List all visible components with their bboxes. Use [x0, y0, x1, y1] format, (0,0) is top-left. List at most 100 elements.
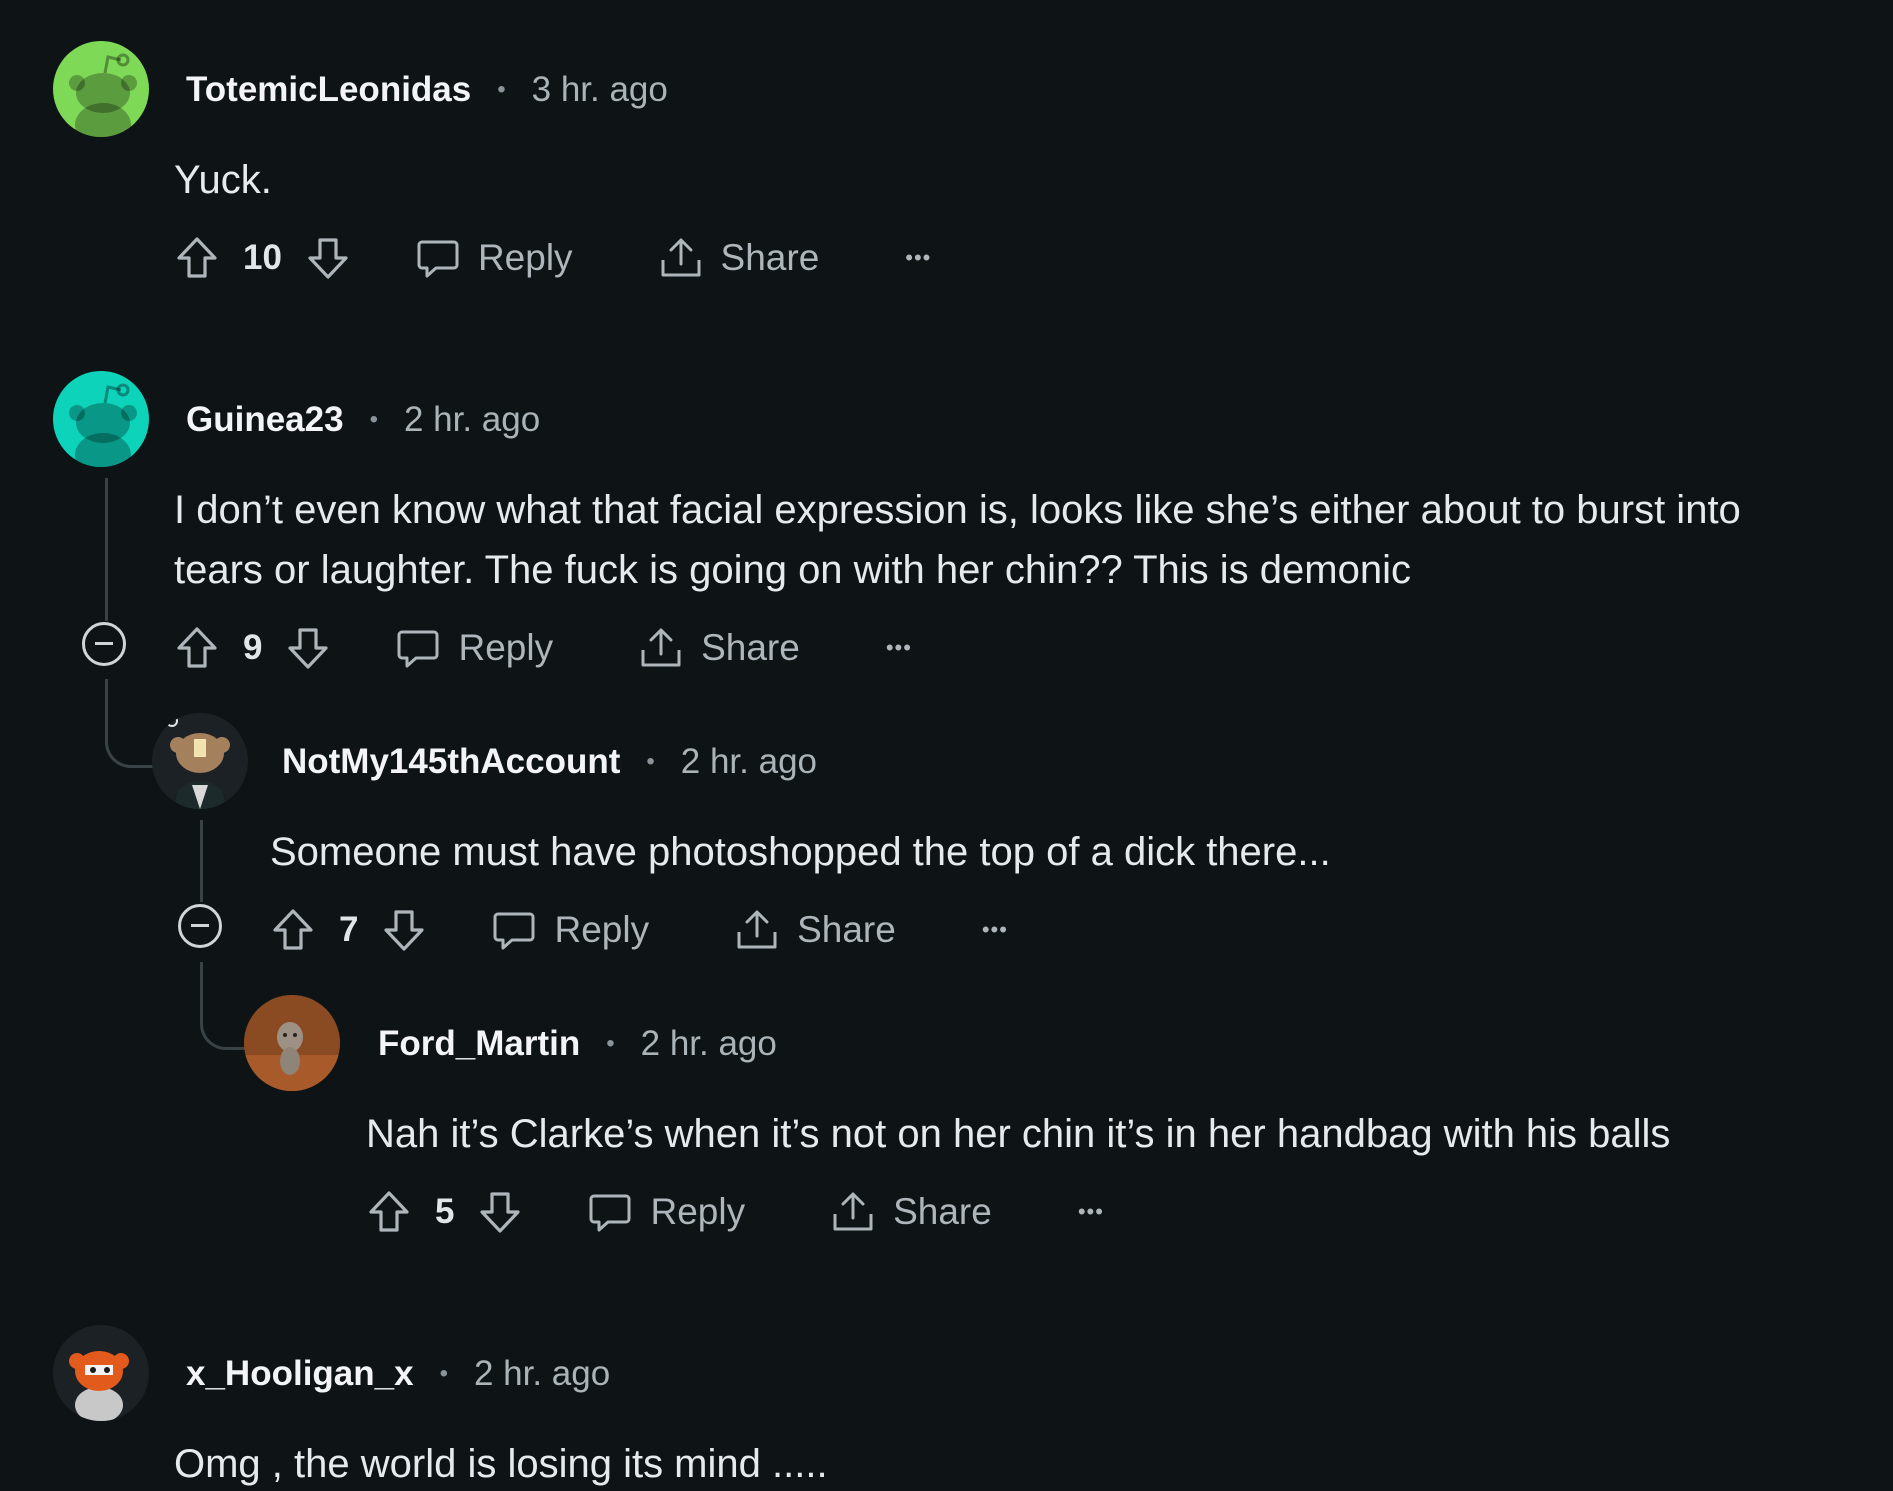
username[interactable]: Guinea23 [186, 400, 344, 440]
more-options-icon: ••• [885, 635, 912, 660]
comment-body: Omg , the world is losing its mind ..... [174, 1434, 828, 1491]
reply-button[interactable]: Reply [586, 1188, 745, 1236]
avatar[interactable] [53, 41, 149, 137]
comment-text-line: tears or laughter. The fuck is going on … [174, 548, 1411, 592]
downvote-icon[interactable] [304, 234, 352, 282]
reply-icon [586, 1188, 634, 1236]
timestamp[interactable]: 3 hr. ago [532, 70, 668, 110]
downvote-icon[interactable] [284, 624, 332, 672]
more-options-button[interactable]: ••• [982, 917, 1008, 943]
reply-button[interactable]: Reply [490, 906, 649, 954]
comment-body: Yuck. [174, 150, 272, 210]
username[interactable]: TotemicLeonidas [186, 70, 471, 110]
comment-body: Nah it’s Clarke’s when it’s not on her c… [366, 1104, 1670, 1164]
thread-line-notmy145thaccount [200, 820, 203, 902]
snoo-avatar-icon [53, 41, 149, 137]
vote-controls: 9 [173, 624, 332, 672]
reply-label: Reply [650, 1191, 746, 1232]
comment-actions: 5 Reply Share ••• [365, 1182, 1104, 1242]
comment-header: TotemicLeonidas • 3 hr. ago [186, 60, 668, 120]
custom-snoo-avatar-icon [166, 715, 230, 809]
collapse-thread-button[interactable] [82, 622, 126, 666]
timestamp[interactable]: 2 hr. ago [474, 1354, 610, 1394]
vote-score: 10 [243, 238, 282, 277]
comment-body: Someone must have photoshopped the top o… [270, 822, 1331, 882]
thread-line-guinea23 [105, 478, 108, 621]
comment-text-line: Someone must have photoshopped the top o… [270, 830, 1331, 874]
reply-label: Reply [477, 237, 573, 278]
separator-dot: • [606, 1030, 615, 1057]
vote-controls: 10 [173, 234, 352, 282]
upvote-icon[interactable] [173, 234, 221, 282]
comment-thread: TotemicLeonidas • 3 hr. ago Yuck. 10 Rep… [0, 0, 1893, 1491]
comment-actions: 9 Reply Share ••• [173, 618, 912, 678]
more-options-button[interactable]: ••• [1078, 1199, 1104, 1225]
comment-header: Ford_Martin • 2 hr. ago [378, 1014, 777, 1074]
comment-text-line: I don’t even know what that facial expre… [174, 488, 1741, 532]
avatar[interactable] [53, 1325, 149, 1421]
downvote-icon[interactable] [476, 1188, 524, 1236]
share-label: Share [797, 909, 896, 950]
vote-score: 7 [339, 910, 359, 949]
share-icon [829, 1188, 877, 1236]
comment-text-line: Omg , the world is losing its mind ..... [174, 1442, 828, 1486]
dog-photo-avatar-icon [244, 995, 340, 1091]
upvote-icon[interactable] [365, 1188, 413, 1236]
more-options-icon: ••• [981, 917, 1008, 942]
more-options-button[interactable]: ••• [886, 635, 912, 661]
downvote-icon[interactable] [380, 906, 428, 954]
comment-actions: 10 Reply Share ••• [173, 228, 931, 288]
reply-icon [414, 234, 462, 282]
avatar[interactable] [152, 713, 248, 809]
collapse-thread-button[interactable] [178, 904, 222, 948]
vote-score: 9 [243, 628, 263, 667]
share-label: Share [720, 237, 820, 278]
more-options-icon: ••• [1077, 1199, 1104, 1224]
avatar[interactable] [53, 371, 149, 467]
share-button[interactable]: Share [733, 906, 896, 954]
separator-dot: • [439, 1360, 448, 1387]
comment-actions: 7 Reply Share ••• [269, 900, 1008, 960]
reply-icon [490, 906, 538, 954]
more-options-button[interactable]: ••• [905, 245, 931, 271]
username[interactable]: x_Hooligan_x [186, 1354, 414, 1394]
reply-button[interactable]: Reply [394, 624, 553, 672]
share-button[interactable]: Share [657, 234, 820, 282]
share-button[interactable]: Share [829, 1188, 992, 1236]
upvote-icon[interactable] [173, 624, 221, 672]
separator-dot: • [646, 748, 655, 775]
reply-button[interactable]: Reply [414, 234, 573, 282]
thread-elbow-ford-martin [200, 962, 249, 1050]
vote-controls: 7 [269, 906, 428, 954]
comment-body: I don’t even know what that facial expre… [174, 480, 1741, 600]
share-label: Share [893, 1191, 992, 1232]
thread-elbow-notmy145thaccount [105, 679, 158, 768]
reply-icon [394, 624, 442, 672]
username[interactable]: Ford_Martin [378, 1024, 580, 1064]
reply-label: Reply [458, 627, 554, 668]
custom-snoo-avatar-icon [69, 1351, 129, 1421]
reply-label: Reply [554, 909, 650, 950]
comment-text-line: Yuck. [174, 158, 272, 202]
timestamp[interactable]: 2 hr. ago [404, 400, 540, 440]
share-label: Share [701, 627, 800, 668]
share-button[interactable]: Share [637, 624, 800, 672]
avatar[interactable] [244, 995, 340, 1091]
timestamp[interactable]: 2 hr. ago [641, 1024, 777, 1064]
timestamp[interactable]: 2 hr. ago [681, 742, 817, 782]
share-icon [657, 234, 705, 282]
snoo-avatar-icon [53, 371, 149, 467]
username[interactable]: NotMy145thAccount [282, 742, 620, 782]
comment-text-line: Nah it’s Clarke’s when it’s not on her c… [366, 1112, 1671, 1156]
separator-dot: • [497, 76, 506, 103]
comment-header: NotMy145thAccount • 2 hr. ago [282, 732, 817, 792]
share-icon [733, 906, 781, 954]
more-options-icon: ••• [905, 245, 932, 270]
share-icon [637, 624, 685, 672]
comment-header: Guinea23 • 2 hr. ago [186, 390, 540, 450]
comment-header: x_Hooligan_x • 2 hr. ago [186, 1344, 610, 1404]
vote-controls: 5 [365, 1188, 524, 1236]
vote-score: 5 [435, 1192, 455, 1231]
upvote-icon[interactable] [269, 906, 317, 954]
separator-dot: • [369, 406, 378, 433]
